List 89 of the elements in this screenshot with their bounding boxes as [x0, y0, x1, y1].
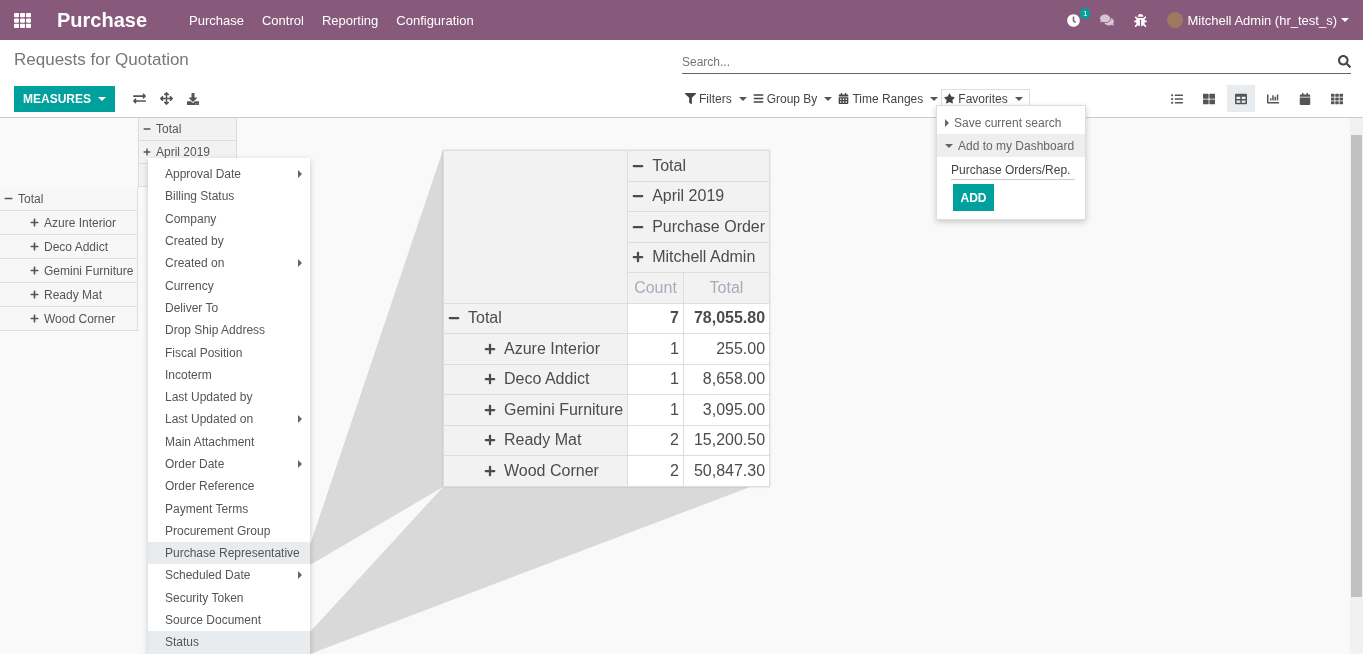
menu-item[interactable]: Currency [148, 274, 310, 297]
column-header[interactable]: Total [627, 150, 770, 181]
menu-item[interactable]: Purchase Representative [148, 542, 310, 565]
menu-link[interactable]: Purchase [189, 12, 244, 28]
swap-axes-icon[interactable] [133, 92, 146, 105]
menu-item[interactable]: Source Document [148, 608, 310, 632]
caret-icon [738, 96, 747, 101]
row-header[interactable]: Ready Mat [0, 283, 138, 307]
row-header[interactable]: Azure Interior [0, 211, 138, 235]
table-cell: 2 [627, 455, 684, 486]
bar-chart-icon [1267, 92, 1279, 105]
menu-link[interactable]: Configuration [396, 12, 474, 28]
table-cell: 1 [627, 364, 684, 395]
menu-item[interactable]: Deliver To [148, 296, 310, 320]
user-menu[interactable]: Mitchell Admin (hr_test_s) [1187, 12, 1337, 28]
table-cell: 78,055.80 [683, 303, 770, 334]
chat-icon[interactable] [1100, 13, 1115, 27]
menu-item[interactable]: Last Updated on [148, 408, 310, 431]
table-cell: 255.00 [683, 333, 770, 364]
table-cell: 8,658.00 [683, 364, 770, 395]
row-header[interactable]: Wood Corner [443, 455, 628, 486]
row-header[interactable]: Wood Corner [0, 307, 138, 331]
table-cell: 1 [627, 333, 684, 364]
row-header[interactable]: Deco Addict [0, 235, 138, 259]
menu-item[interactable]: Main Attachment [148, 430, 310, 453]
row-header[interactable]: Deco Addict [443, 364, 628, 395]
caret-icon [945, 143, 953, 148]
menu-item[interactable]: Fiscal Position [148, 341, 310, 364]
caret-icon [1341, 18, 1349, 22]
caret-icon [945, 118, 949, 127]
menu-item[interactable]: Scheduled Date [148, 564, 310, 587]
favorites-menu-item[interactable]: Save current search [937, 111, 1085, 134]
menu-link[interactable]: Control [262, 12, 304, 28]
table-cell: 15,200.50 [683, 425, 770, 456]
table-cell: 3,095.00 [683, 394, 770, 425]
menu-item[interactable]: Security Token [148, 586, 310, 609]
menu-item[interactable]: Created on [148, 252, 310, 275]
page-title: Requests for Quotation [14, 50, 190, 70]
tiles-icon [1203, 92, 1215, 105]
table-cell: 50,847.30 [683, 455, 770, 486]
menu-item[interactable]: Order Date [148, 452, 310, 476]
calendar-icon [1299, 92, 1311, 105]
list-icon [1171, 92, 1183, 105]
column-header[interactable]: April 2019 [627, 181, 770, 212]
table-cell: 7 [627, 303, 684, 334]
menu-item[interactable]: Payment Terms [148, 497, 310, 520]
grid-icon [1331, 92, 1343, 105]
menu-item[interactable]: Procurement Group [148, 519, 310, 543]
search-icon[interactable] [1338, 55, 1351, 68]
row-header[interactable]: Total [443, 303, 628, 334]
column-header[interactable]: Total [138, 118, 237, 141]
activity-count: 1 [1080, 7, 1091, 19]
menu-item[interactable]: Drop Ship Address [148, 319, 310, 342]
download-icon[interactable] [187, 92, 199, 105]
activity-icon[interactable] [1067, 13, 1081, 27]
star-icon [944, 93, 956, 104]
menu-item[interactable]: Incoterm [148, 363, 310, 386]
caret-icon [98, 96, 106, 101]
column-header[interactable]: Mitchell Admin [627, 242, 770, 273]
table-cell: 1 [627, 394, 684, 425]
debug-icon[interactable] [1134, 13, 1148, 27]
row-header[interactable]: Total [0, 187, 138, 211]
row-header[interactable]: Ready Mat [443, 425, 628, 456]
column-header[interactable]: Purchase Order [627, 211, 770, 242]
row-header[interactable]: Gemini Furniture [443, 394, 628, 425]
menu-item[interactable]: Created by [148, 229, 310, 253]
menu-item[interactable]: Last Updated by [148, 385, 310, 409]
scrollbar[interactable] [1350, 118, 1363, 654]
table-cell: 2 [627, 425, 684, 456]
caret-icon [1014, 96, 1023, 101]
menu-item[interactable]: Billing Status [148, 185, 310, 208]
favorites-menu-item[interactable]: Add to my Dashboard [937, 134, 1085, 157]
row-header[interactable]: Azure Interior [443, 333, 628, 364]
menu-item[interactable]: Order Reference [148, 475, 310, 498]
menu-item[interactable]: Approval Date [148, 163, 310, 186]
row-header[interactable]: Gemini Furniture [0, 259, 138, 283]
pivot-view-button[interactable] [1227, 85, 1255, 112]
list-icon [752, 93, 764, 104]
menu-item[interactable]: Company [148, 207, 310, 230]
filter-icon [685, 93, 696, 104]
menu-link[interactable]: Reporting [321, 12, 379, 28]
app-name: Purchase [57, 8, 148, 32]
apps-menu-icon[interactable] [14, 11, 31, 29]
calendar-icon [838, 93, 850, 104]
menu-item[interactable]: Status [148, 631, 310, 654]
scrollbar-thumb[interactable] [1351, 135, 1362, 597]
table-icon [1235, 92, 1247, 105]
search-field[interactable]: Search... [682, 54, 1338, 69]
expand-icon[interactable] [160, 92, 173, 105]
